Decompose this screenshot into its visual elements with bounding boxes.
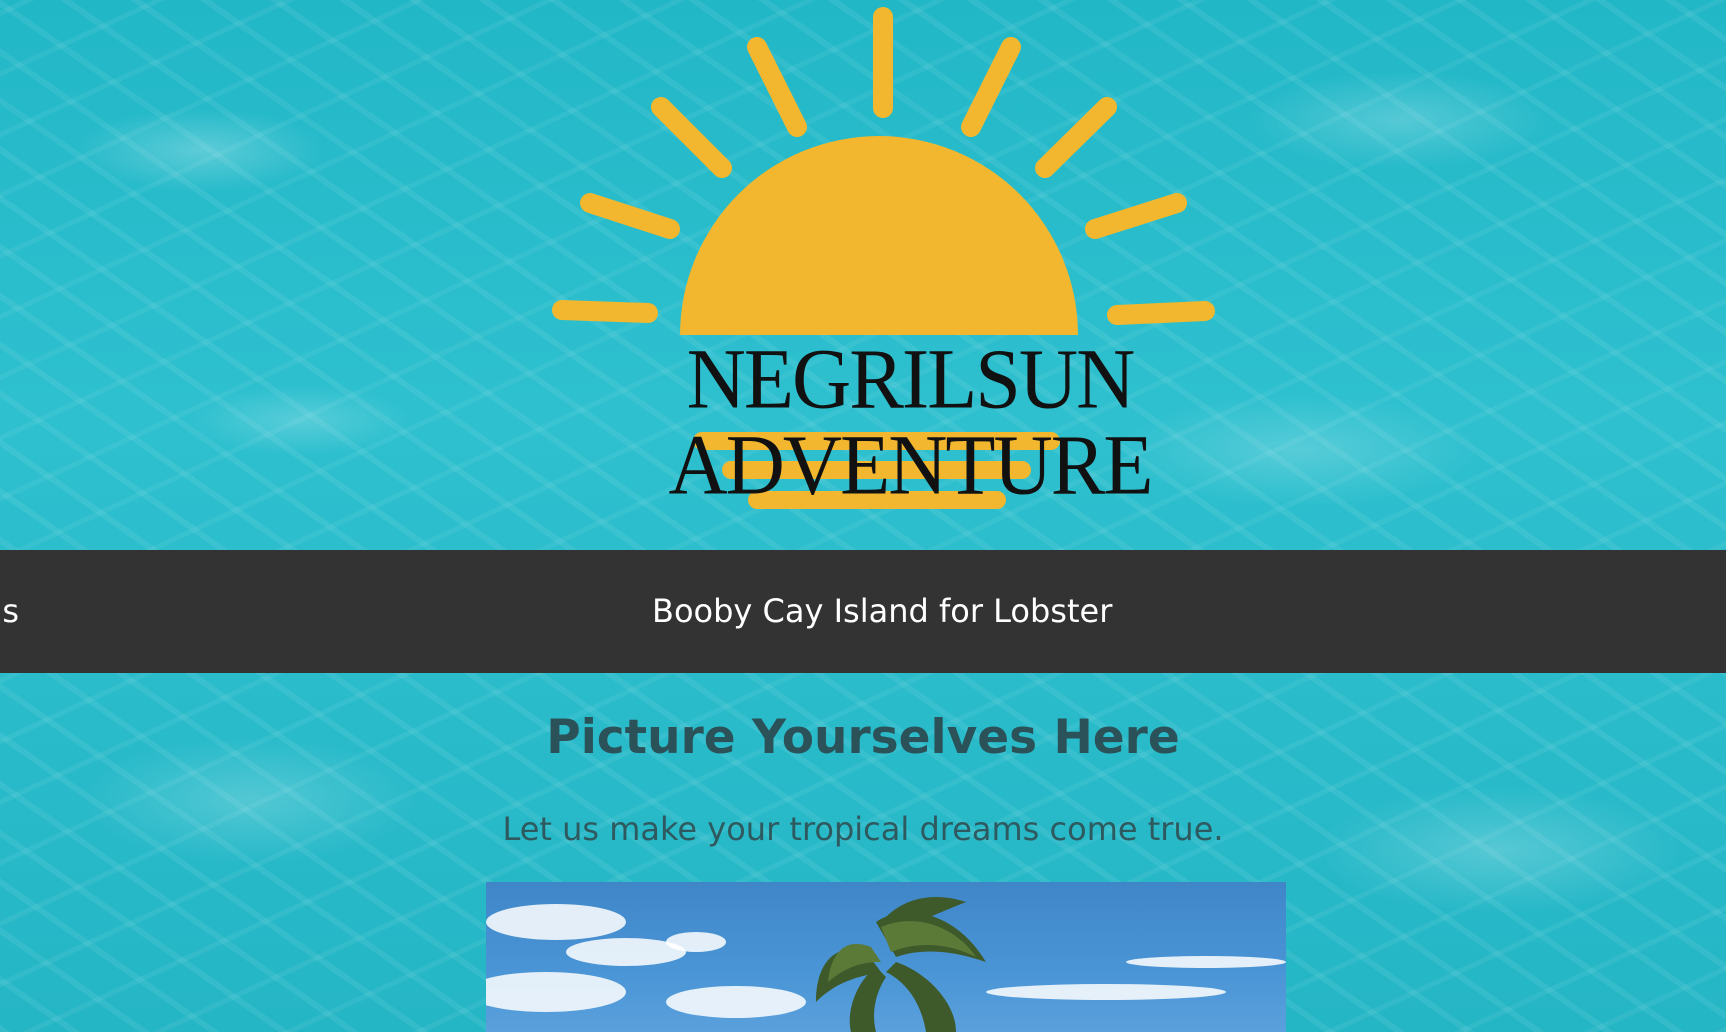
nav-item-previous[interactable]: s xyxy=(2,550,19,673)
nav-item-booby-cay[interactable]: Booby Cay Island for Lobster xyxy=(652,550,1112,673)
hero-title: Picture Yourselves Here xyxy=(546,710,1180,765)
main-navigation: s Booby Cay Island for Lobster xyxy=(0,550,1726,673)
palm-tree-icon xyxy=(486,897,1286,1032)
palm-tree-photo xyxy=(486,882,1286,1032)
page: NEGRILSUN ADVENTURE s Booby Cay Island f… xyxy=(0,0,1726,1032)
logo-wordmark: NEGRILSUN ADVENTURE xyxy=(668,330,1153,513)
brand-logo[interactable]: NEGRILSUN ADVENTURE xyxy=(495,5,1325,515)
hero-subtitle: Let us make your tropical dreams come tr… xyxy=(502,810,1224,848)
